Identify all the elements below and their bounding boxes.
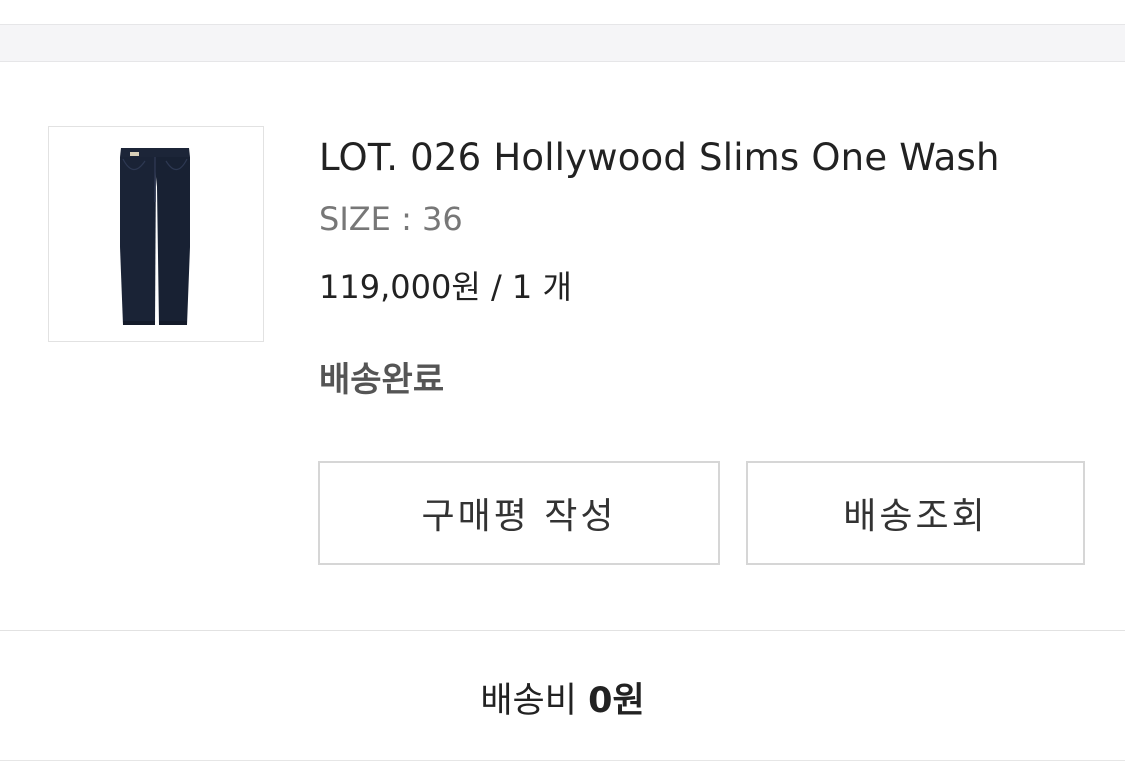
- divider: [0, 760, 1125, 761]
- product-name[interactable]: LOT. 026 Hollywood Slims One Wash: [319, 136, 1000, 179]
- item-quantity: 1 개: [511, 268, 572, 306]
- shipping-fee: 배송비 0원: [0, 672, 1125, 723]
- order-detail-page: LOT. 026 Hollywood Slims One Wash SIZE :…: [0, 0, 1125, 762]
- product-thumbnail[interactable]: [48, 126, 264, 342]
- size-value: 36: [422, 200, 463, 238]
- track-delivery-button[interactable]: 배송조회: [746, 461, 1085, 565]
- size-separator: :: [401, 200, 412, 238]
- product-option: SIZE : 36: [319, 200, 463, 238]
- price-quantity: 119,000원 / 1 개: [319, 262, 572, 308]
- jeans-image: [120, 148, 190, 325]
- size-label: SIZE: [319, 200, 391, 238]
- quantity-separator: /: [490, 268, 502, 306]
- write-review-button[interactable]: 구매평 작성: [318, 461, 720, 565]
- divider: [0, 630, 1125, 631]
- item-price: 119,000원: [319, 268, 481, 306]
- shipping-fee-value: 0원: [588, 681, 645, 721]
- section-separator: [0, 24, 1125, 62]
- delivery-status: 배송완료: [319, 360, 445, 400]
- shipping-fee-label: 배송비: [480, 681, 577, 721]
